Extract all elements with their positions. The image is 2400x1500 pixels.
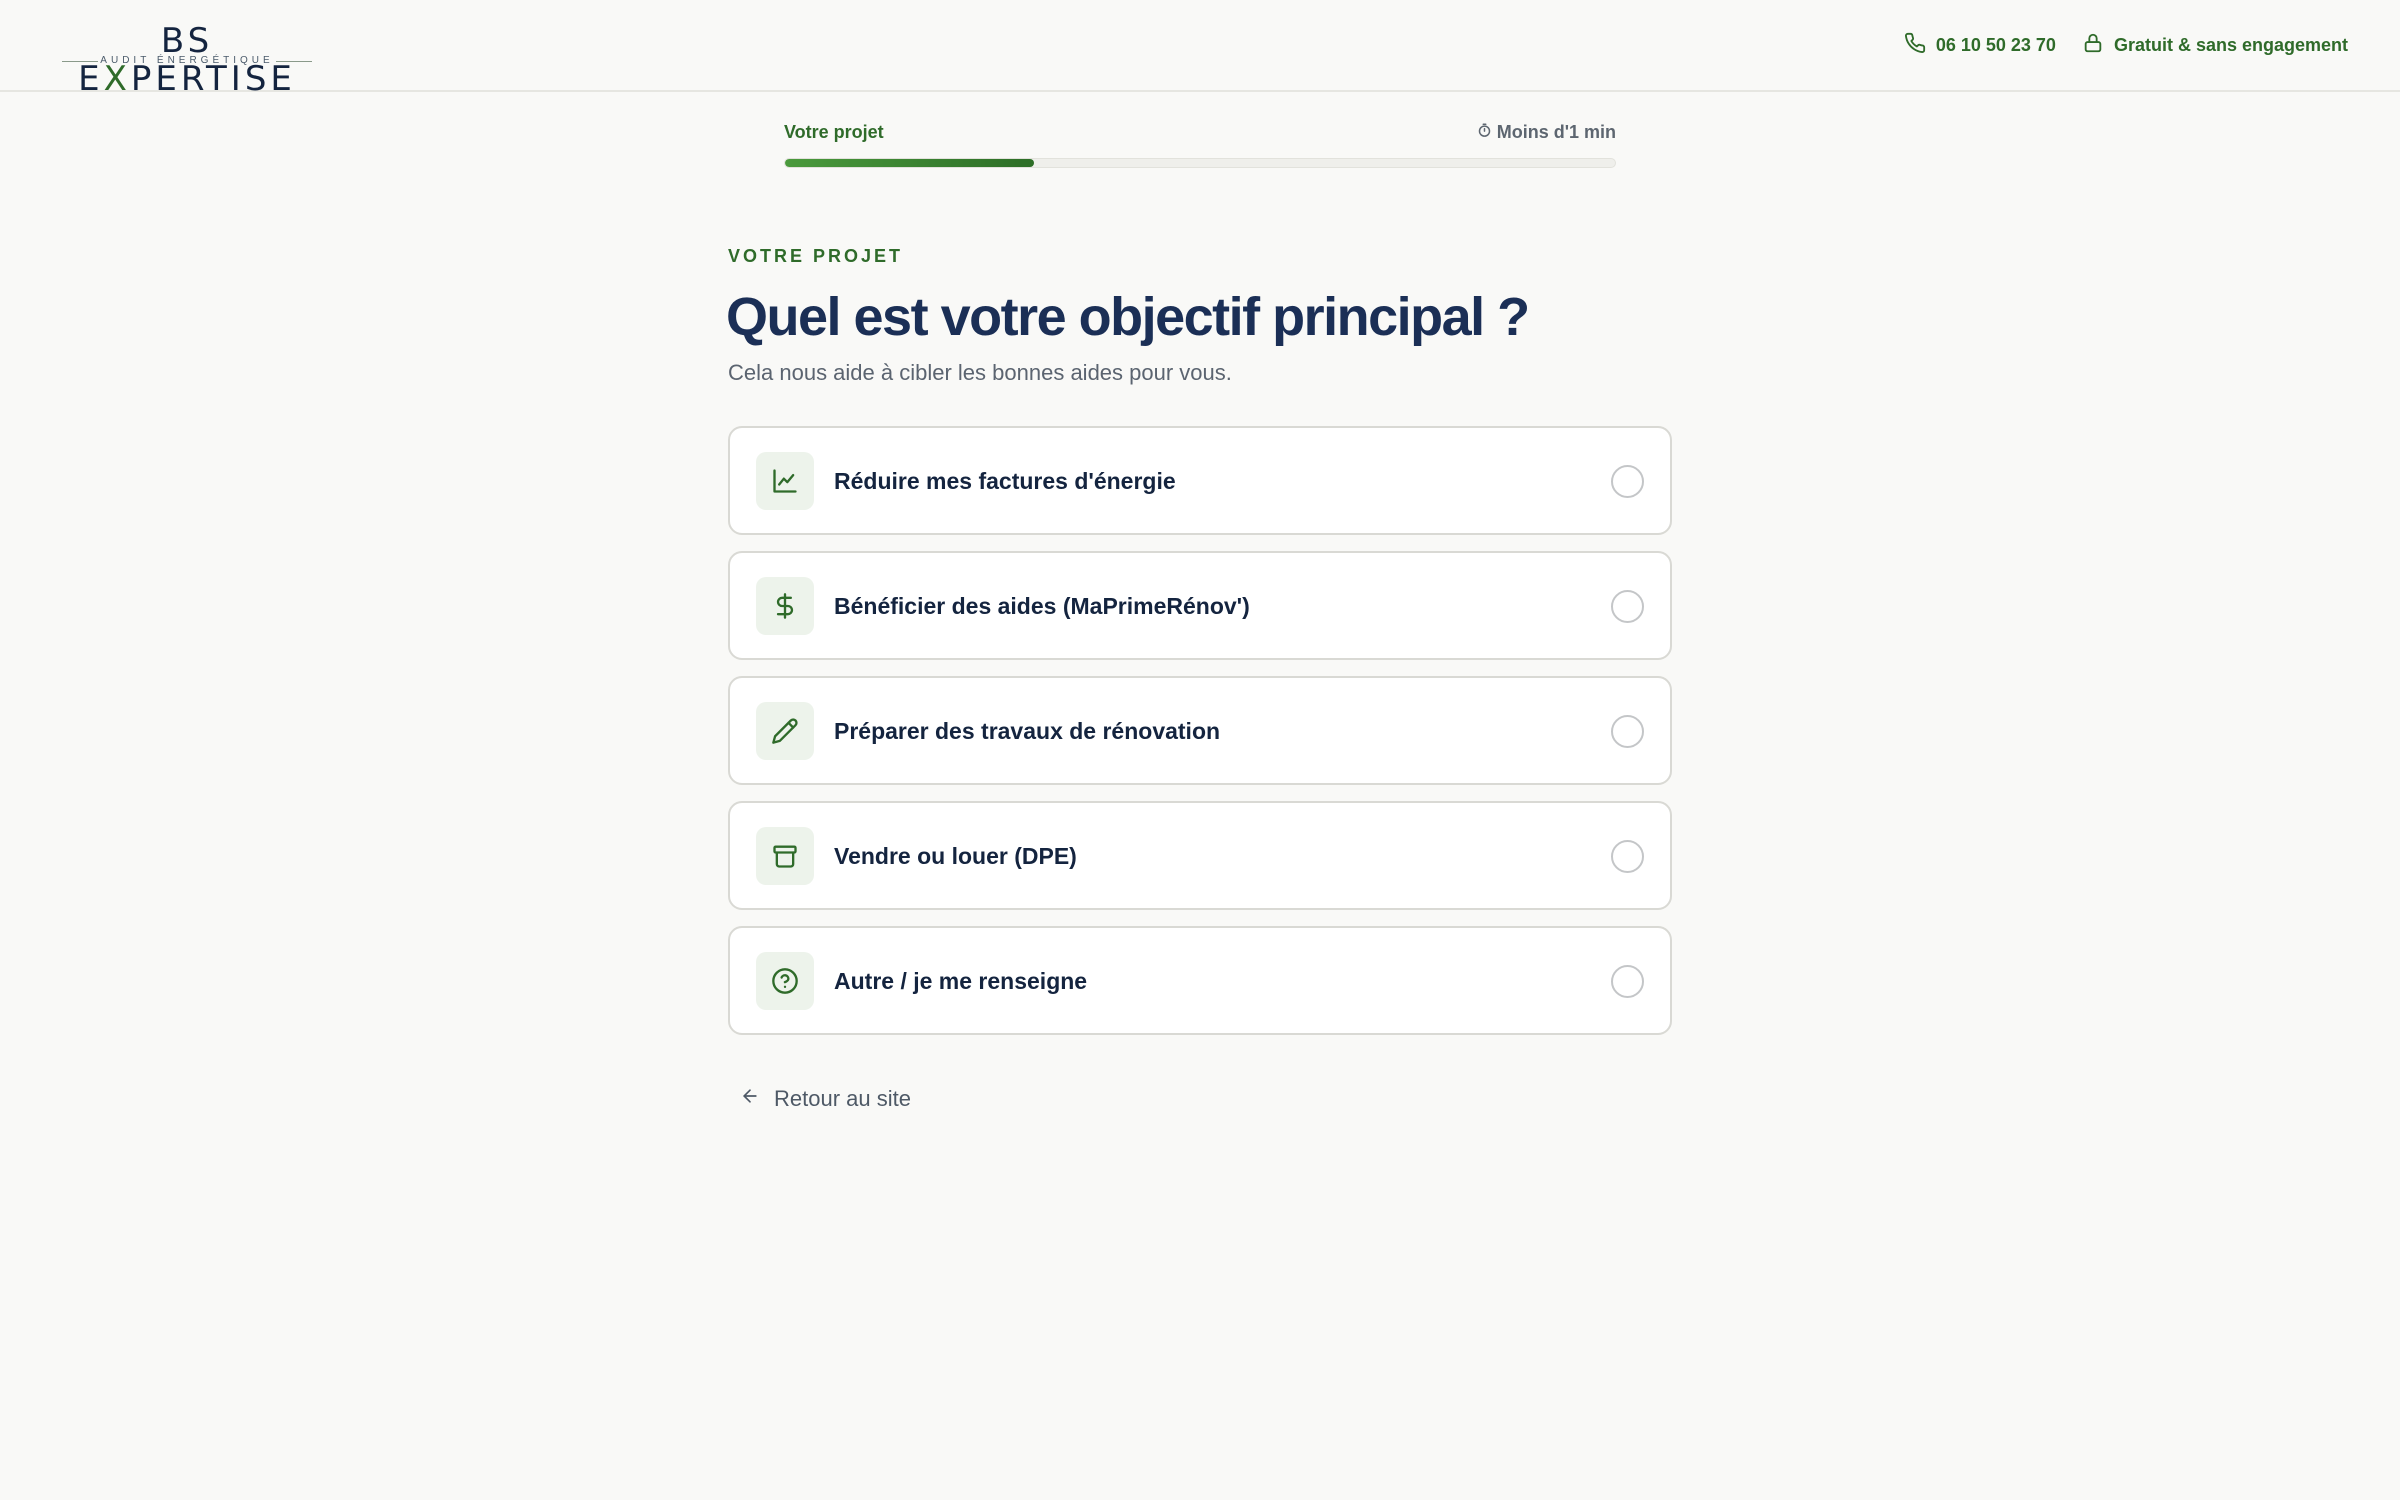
page-subtitle: Cela nous aide à cibler les bonnes aides… xyxy=(728,360,1232,385)
phone-number: 06 10 50 23 70 xyxy=(1935,34,2056,55)
section-eyebrow: VOTRE PROJET xyxy=(728,246,904,266)
site-header: BS EXPERTISE AUDIT ÉNERGÉTIQUE 06 10 50 … xyxy=(0,0,2400,98)
option-sell-rent[interactable]: Vendre ou louer (DPE) xyxy=(728,801,1672,910)
progress-section: Votre projet Moins d'1 min xyxy=(784,118,1616,168)
phone-link[interactable]: 06 10 50 23 70 xyxy=(1904,32,2056,59)
option-other[interactable]: Autre / je me renseigne xyxy=(728,926,1672,1035)
option-label: Préparer des travaux de rénovation xyxy=(834,718,1221,744)
archive-box-icon xyxy=(756,827,814,885)
page-title: Quel est votre objectif principal ? xyxy=(726,287,1530,347)
chart-line-icon xyxy=(756,452,814,510)
option-radio[interactable] xyxy=(1611,965,1644,998)
logo-rule xyxy=(62,61,98,62)
dollar-icon xyxy=(756,577,814,635)
option-reduce-bills[interactable]: Réduire mes factures d'énergie xyxy=(728,426,1672,535)
option-radio[interactable] xyxy=(1611,715,1644,748)
progress-bar xyxy=(784,158,1616,168)
free-badge: Gratuit & sans engagement xyxy=(2082,32,2348,59)
free-badge-label: Gratuit & sans engagement xyxy=(2113,34,2348,55)
progress-fill xyxy=(785,159,1034,167)
pencil-icon xyxy=(756,702,814,760)
arrow-left-icon xyxy=(740,1086,760,1112)
option-radio[interactable] xyxy=(1611,840,1644,873)
option-label: Autre / je me renseigne xyxy=(834,968,1088,994)
logo-tagline: AUDIT ÉNERGÉTIQUE xyxy=(100,55,274,66)
back-to-site-link[interactable]: Retour au site xyxy=(740,1086,911,1112)
stopwatch-icon xyxy=(1477,122,1492,143)
logo-rule xyxy=(276,61,312,62)
lock-icon xyxy=(2082,32,2104,59)
option-label: Bénéficier des aides (MaPrimeRénov') xyxy=(834,593,1250,619)
time-estimate-label: Moins d'1 min xyxy=(1496,122,1616,142)
phone-icon xyxy=(1904,32,1926,59)
option-radio[interactable] xyxy=(1611,465,1644,498)
brand-logo[interactable]: BS EXPERTISE AUDIT ÉNERGÉTIQUE xyxy=(62,22,312,98)
back-to-site-label: Retour au site xyxy=(774,1086,911,1111)
step-label: Votre projet xyxy=(784,122,884,142)
time-estimate: Moins d'1 min xyxy=(1477,122,1616,143)
option-radio[interactable] xyxy=(1611,590,1644,623)
option-label: Réduire mes factures d'énergie xyxy=(834,468,1176,494)
help-circle-icon xyxy=(756,952,814,1010)
option-subsidies[interactable]: Bénéficier des aides (MaPrimeRénov') xyxy=(728,551,1672,660)
option-label: Vendre ou louer (DPE) xyxy=(834,843,1077,869)
option-renovation[interactable]: Préparer des travaux de rénovation xyxy=(728,676,1672,785)
